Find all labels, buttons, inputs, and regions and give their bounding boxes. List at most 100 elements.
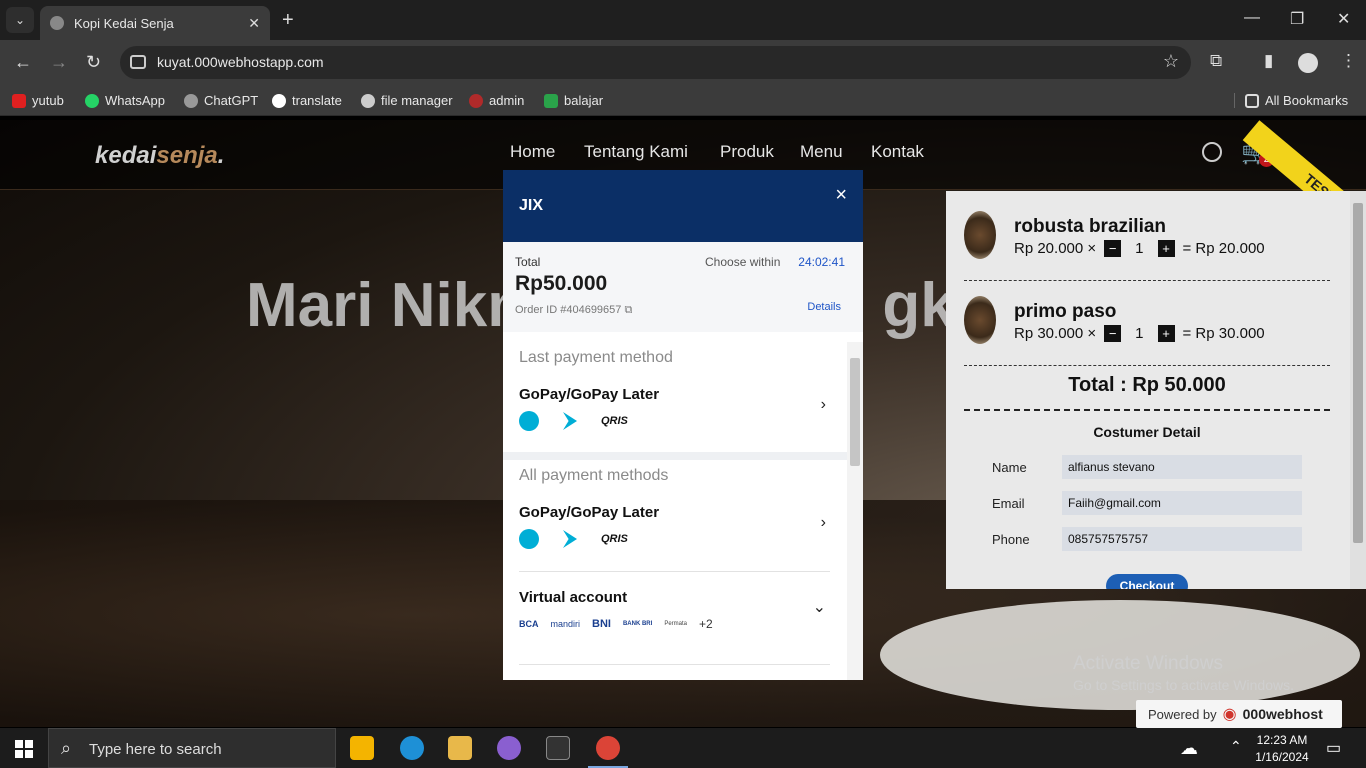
close-window-button[interactable]: ✕: [1337, 9, 1350, 29]
more-banks-count: +2: [699, 617, 713, 631]
forward-button[interactable]: →: [50, 52, 68, 73]
chevron-up-icon[interactable]: ⌃: [1230, 738, 1242, 755]
order-summary: Total Rp50.000 Order ID #404699657 ⧉ Cho…: [503, 242, 863, 332]
email-input[interactable]: Faiih@gmail.com: [1062, 491, 1302, 515]
cart-scrollbar[interactable]: [1350, 191, 1366, 589]
globe-icon: [361, 93, 375, 108]
chrome-icon[interactable]: [596, 736, 620, 760]
nav-home[interactable]: Home: [510, 142, 555, 162]
powered-by-text: Powered by: [1148, 706, 1217, 722]
qris-icon: QRIS: [601, 415, 628, 427]
windows-start-icon[interactable]: [15, 740, 33, 758]
method-name: Virtual account: [519, 589, 628, 606]
cart-item: robusta brazilian Rp 20.000 × − 1 + = Rp…: [964, 201, 1330, 281]
side-panel-icon[interactable]: ▮: [1264, 51, 1273, 71]
edge-icon[interactable]: [400, 736, 424, 760]
close-tab-icon[interactable]: ✕: [248, 15, 260, 32]
folder-icon: [1245, 93, 1259, 108]
details-link[interactable]: Details: [807, 301, 841, 313]
notification-icon[interactable]: ▭: [1326, 738, 1341, 758]
total-label: Total: [515, 255, 541, 269]
decrease-qty-button[interactable]: −: [1104, 240, 1122, 257]
url-text[interactable]: kuyat.000webhostapp.com: [157, 54, 324, 70]
bookmark-label: yutub: [32, 93, 64, 108]
bookmark-label: balajar: [564, 93, 604, 108]
site-info-icon[interactable]: [130, 55, 146, 69]
browser-menu-icon[interactable]: ⋮: [1340, 51, 1357, 71]
clock[interactable]: 12:23 AM 1/16/2024: [1252, 733, 1312, 764]
reload-button[interactable]: ↻: [86, 52, 101, 73]
bookmark-balajar[interactable]: balajar: [544, 93, 603, 108]
checkout-button[interactable]: Checkout: [1106, 574, 1188, 589]
bookmark-label: All Bookmarks: [1265, 93, 1349, 108]
search-icon: ⌕: [61, 738, 72, 758]
search-icon[interactable]: [1202, 142, 1222, 162]
profile-avatar[interactable]: [1298, 53, 1318, 73]
bookmark-label: translate: [292, 93, 342, 108]
close-modal-button[interactable]: ×: [835, 184, 847, 207]
restore-button[interactable]: ❐: [1290, 9, 1304, 29]
bookmark-file-manager[interactable]: file manager: [361, 93, 453, 108]
bookmark-chatgpt[interactable]: ChatGPT: [184, 93, 258, 108]
copy-icon[interactable]: ⧉: [624, 304, 632, 316]
payment-method-gopay[interactable]: GoPay/GoPay Later › QRIS: [519, 504, 830, 564]
bookmark-admin[interactable]: admin: [469, 93, 524, 108]
name-input[interactable]: alfianus stevano: [1062, 455, 1302, 479]
bookmark-whatsapp[interactable]: WhatsApp: [85, 93, 165, 108]
method-name: GoPay/GoPay Later: [519, 504, 660, 521]
increase-qty-button[interactable]: +: [1157, 325, 1175, 342]
scrollbar-thumb[interactable]: [850, 358, 860, 466]
back-button[interactable]: ←: [14, 52, 32, 73]
terminal-icon[interactable]: [546, 736, 570, 760]
w-icon: [544, 93, 558, 108]
bookmark-yutub[interactable]: yutub: [12, 93, 64, 108]
browser-tab[interactable]: Kopi Kedai Senja ✕: [40, 6, 270, 40]
nav-tentang-kami[interactable]: Tentang Kami: [584, 142, 688, 162]
bca-logo: BCA: [519, 619, 539, 629]
scrollbar-thumb[interactable]: [1353, 203, 1363, 543]
bookmark-translate[interactable]: translate: [272, 93, 342, 108]
site-logo[interactable]: kedaisenja.: [95, 142, 224, 170]
phone-input[interactable]: 085757575757: [1062, 527, 1302, 551]
modal-header: JIX ×: [503, 170, 863, 242]
media-player-icon[interactable]: [497, 736, 521, 760]
minimize-button[interactable]: —: [1244, 9, 1260, 27]
all-bookmarks[interactable]: All Bookmarks: [1234, 93, 1348, 108]
email-field-row: Email Faiih@gmail.com: [992, 491, 1302, 515]
nav-menu[interactable]: Menu: [800, 142, 843, 162]
microsoft-store-icon[interactable]: [350, 736, 374, 760]
bookmark-label: ChatGPT: [204, 93, 259, 108]
bookmark-star-icon[interactable]: ☆: [1163, 51, 1179, 72]
address-bar[interactable]: kuyat.000webhostapp.com ☆: [120, 46, 1191, 79]
nav-produk[interactable]: Produk: [720, 142, 774, 162]
gopay-later-icon: [563, 530, 577, 548]
payment-method-virtual-account[interactable]: Virtual account ⌄ BCA mandiri BNI BANK B…: [519, 589, 830, 649]
chevron-right-icon: ›: [820, 396, 826, 413]
last-payment-method-title: Last payment method: [519, 349, 673, 366]
browser-tab-bar: ⌄ Kopi Kedai Senja ✕ + — ❐ ✕: [0, 0, 1366, 40]
shopping-cart-panel: robusta brazilian Rp 20.000 × − 1 + = Rp…: [946, 191, 1366, 589]
powered-by-badge[interactable]: Powered by ◉ 000webhost: [1136, 700, 1342, 728]
mandiri-logo: mandiri: [550, 619, 581, 629]
choose-within-label: Choose within: [705, 255, 781, 269]
nav-kontak[interactable]: Kontak: [871, 142, 924, 162]
gopay-icon: [519, 411, 539, 431]
chevron-down-icon: ⌄: [812, 599, 826, 616]
payment-method-gopay-last[interactable]: GoPay/GoPay Later › QRIS: [519, 386, 830, 446]
divider: [519, 571, 830, 572]
extensions-icon[interactable]: ⧉: [1210, 51, 1222, 71]
weather-icon[interactable]: ☁: [1180, 738, 1198, 759]
taskbar-search[interactable]: ⌕ Type here to search: [48, 728, 336, 768]
decrease-qty-button[interactable]: −: [1104, 325, 1122, 342]
logo-part: senja: [156, 142, 218, 169]
tab-title: Kopi Kedai Senja: [74, 15, 174, 31]
tab-search-button[interactable]: ⌄: [6, 7, 34, 33]
subtotal: = Rp 30.000: [1182, 325, 1265, 342]
file-explorer-icon[interactable]: [448, 736, 472, 760]
increase-qty-button[interactable]: +: [1157, 240, 1175, 257]
logo-part: kedai: [95, 142, 157, 169]
name-field-row: Name alfianus stevano: [992, 455, 1302, 479]
cart-total: Total : Rp 50.000: [1068, 374, 1226, 396]
modal-scrollbar[interactable]: [847, 342, 863, 680]
new-tab-button[interactable]: +: [282, 9, 294, 32]
